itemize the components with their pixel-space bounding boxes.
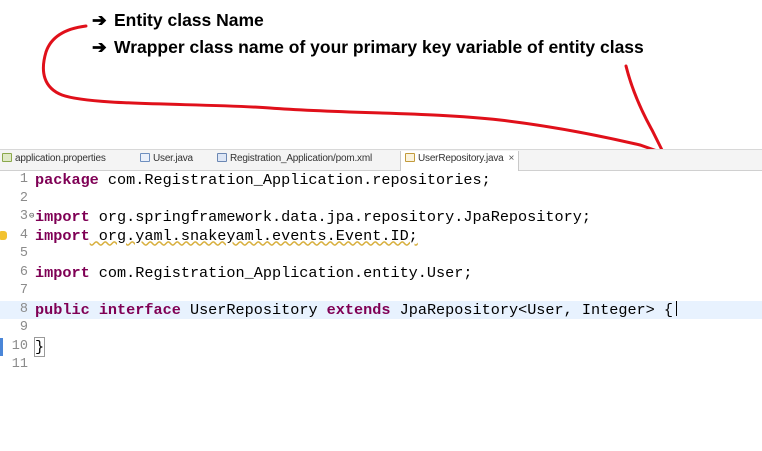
line-number: 4 xyxy=(19,227,28,243)
code-line: 1 package com.Registration_Application.r… xyxy=(0,171,762,190)
close-icon[interactable]: × xyxy=(509,153,515,164)
code-line: 7 xyxy=(0,282,762,301)
tab-label: UserRepository.java xyxy=(418,153,504,164)
keyword: import xyxy=(35,208,90,226)
line-number: 1 xyxy=(19,172,28,187)
code-text: JpaRepository<User, Integer> { xyxy=(390,300,674,319)
code-line: 11 xyxy=(0,356,762,375)
code-line: 3 import org.springframework.data.jpa.re… xyxy=(0,207,762,227)
annotation-area: ➔ Entity class Name ➔ Wrapper class name o… xyxy=(0,0,762,145)
code-text: UserRepository xyxy=(180,300,327,319)
line-number: 6 xyxy=(19,264,28,280)
line-number: 9 xyxy=(19,320,28,335)
line-number: 2 xyxy=(19,190,28,206)
keyword: public xyxy=(35,300,90,319)
code-line: 2 xyxy=(0,190,762,209)
line-number: 5 xyxy=(19,246,28,261)
maven-pom-icon xyxy=(217,153,227,162)
tab-label: application.properties xyxy=(15,153,106,164)
annotation-text: Entity class Name xyxy=(114,10,264,30)
code-text: com.Registration_Application.repositorie… xyxy=(98,171,491,189)
keyword: import xyxy=(35,263,90,282)
java-file-icon xyxy=(405,153,415,162)
tab-label: User.java xyxy=(153,153,193,164)
right-arrow-icon: ➔ xyxy=(92,37,107,57)
keyword: interface xyxy=(98,300,181,319)
java-file-icon xyxy=(140,153,150,162)
tab-user-java[interactable]: User.java xyxy=(140,153,193,170)
right-arrow-icon: ➔ xyxy=(92,10,107,30)
code-line: 5 xyxy=(0,245,762,264)
line-number: 7 xyxy=(19,283,28,298)
annotation-text: Wrapper class name of your primary key v… xyxy=(114,37,644,57)
code-line-current: 8 public interface UserRepository extend… xyxy=(0,300,762,319)
line-number: 3 xyxy=(0,207,35,227)
code-line: 4 import org.yaml.snakeyaml.events.Event… xyxy=(0,227,762,246)
code-text-unused-import: org.yaml.snakeyaml.events.Event.ID; xyxy=(89,226,418,245)
code-text: org.springframework.data.jpa.repository.… xyxy=(89,208,591,226)
annotation-wrapper-class: ➔ Wrapper class name of your primary key … xyxy=(92,37,644,58)
code-area[interactable]: 1 package com.Registration_Application.r… xyxy=(0,171,762,375)
line-number: 11 xyxy=(11,357,28,372)
annotation-entity-class: ➔ Entity class Name xyxy=(92,10,264,31)
code-line: 9 xyxy=(0,319,762,338)
line-number: 10 xyxy=(11,338,28,354)
properties-file-icon xyxy=(2,153,12,162)
text-caret xyxy=(676,300,678,316)
line-number: 8 xyxy=(19,301,28,317)
code-line: 6 import com.Registration_Application.en… xyxy=(0,264,762,283)
code-editor: application.properties User.java Registr… xyxy=(0,149,762,451)
tab-application-properties[interactable]: application.properties xyxy=(2,153,106,170)
keyword: package xyxy=(35,171,99,189)
editor-tab-bar: application.properties User.java Registr… xyxy=(0,149,762,171)
tab-label: Registration_Application/pom.xml xyxy=(230,153,373,164)
keyword: extends xyxy=(326,300,391,319)
tab-user-repository-java[interactable]: UserRepository.java × xyxy=(400,151,520,171)
keyword: import xyxy=(35,226,90,245)
code-line: 10 } xyxy=(0,336,762,357)
code-text: com.Registration_Application.entity.User… xyxy=(89,263,473,282)
closing-brace: } xyxy=(33,336,46,357)
tab-pom-xml[interactable]: Registration_Application/pom.xml xyxy=(217,153,372,170)
